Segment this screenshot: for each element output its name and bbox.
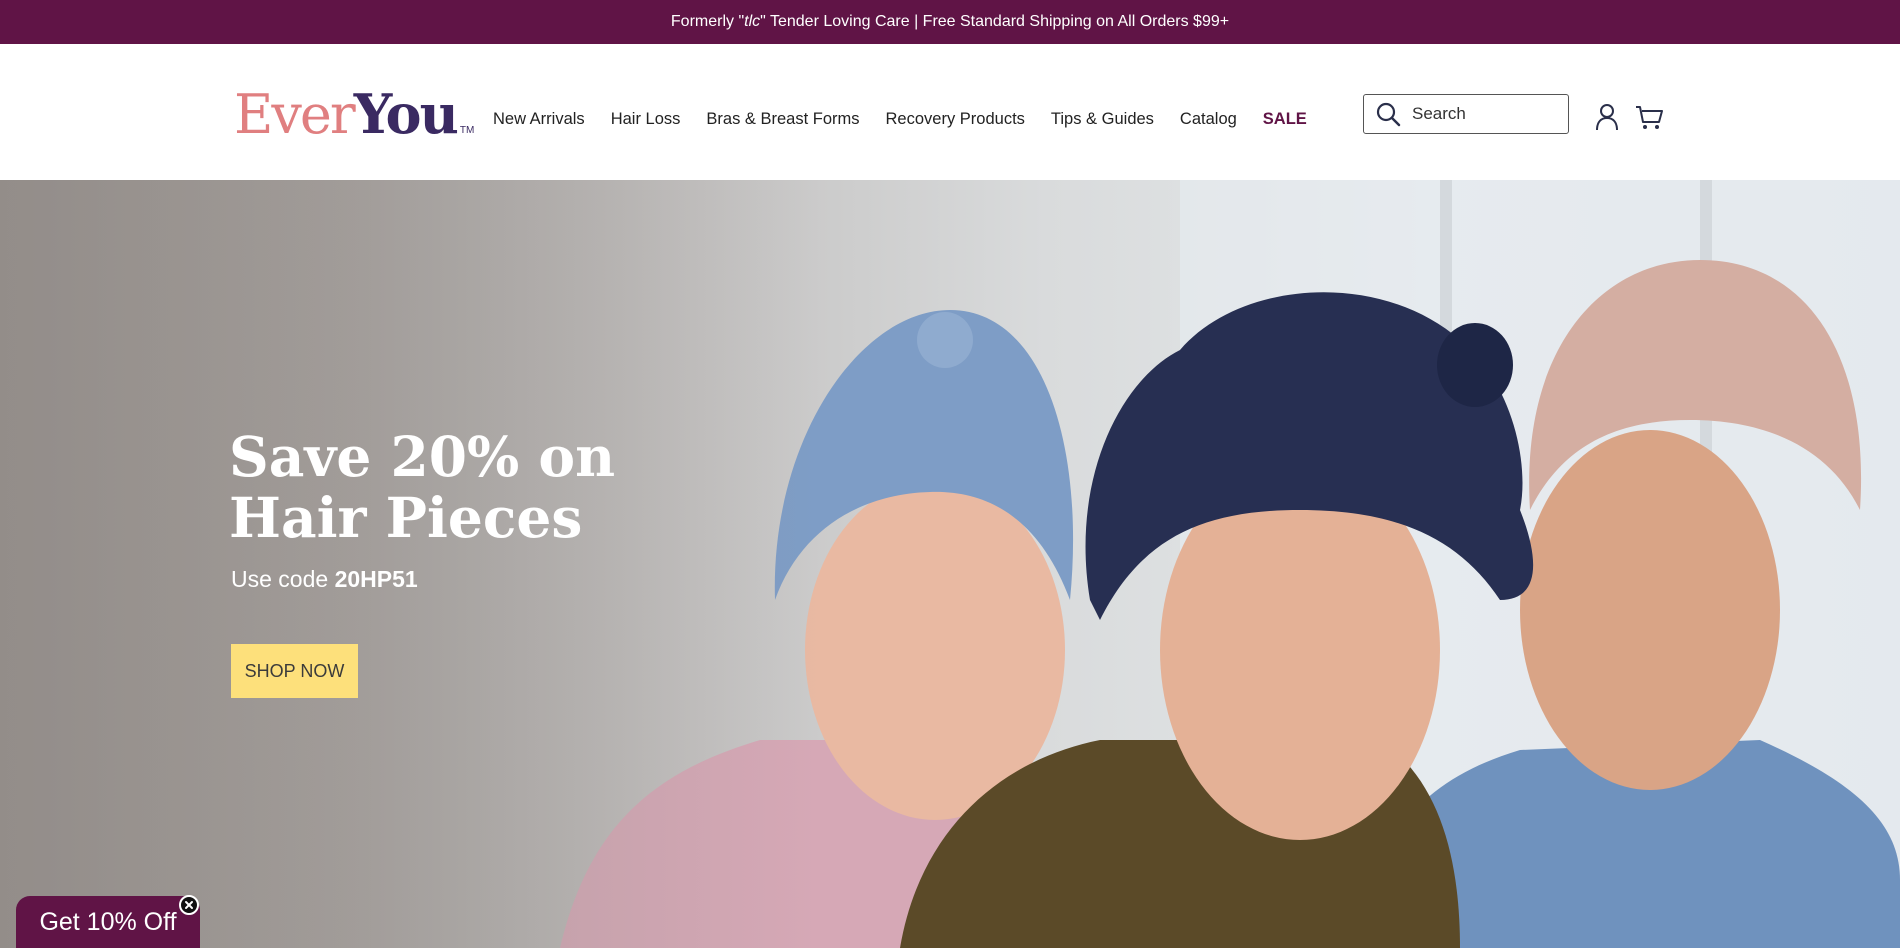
site-header: Ever You TM New Arrivals Hair Loss Bras & … [0,44,1900,181]
shop-now-button[interactable]: SHOP NOW [231,644,358,698]
hero-overlay [0,180,820,948]
logo-ever: Ever [234,83,356,146]
announcement-prefix: Formerly " [670,13,745,30]
nav-tips-guides[interactable]: Tips & Guides [1051,110,1154,129]
announcement-suffix: " Tender Loving Care | Free Standard Shi… [760,13,1230,30]
everyou-logo[interactable]: Ever You TM [234,82,474,146]
nav-hair-loss[interactable]: Hair Loss [611,110,681,129]
main-nav: New Arrivals Hair Loss Bras & Breast For… [493,104,1307,134]
hero-code-prefix: Use code [231,566,335,592]
hero-title: Save 20% on Hair Pieces [229,426,749,548]
search-input[interactable] [1410,103,1554,125]
nav-recovery-products[interactable]: Recovery Products [886,110,1025,129]
hero-banner: Save 20% on Hair Pieces Use code 20HP51 … [0,180,1900,948]
hero-promo-code: Use code 20HP51 [231,566,418,593]
logo-you: You [353,82,459,146]
account-icon[interactable] [1592,102,1622,132]
hero-code: 20HP51 [334,566,418,592]
search-box[interactable] [1363,94,1569,134]
hero-title-line2: Hair Pieces [229,485,583,550]
cart-icon[interactable] [1634,102,1664,132]
nav-sale[interactable]: SALE [1263,110,1307,129]
nav-new-arrivals[interactable]: New Arrivals [493,110,585,129]
nav-bras-breast-forms[interactable]: Bras & Breast Forms [706,110,859,129]
get-discount-tab[interactable]: Get 10% Off [16,896,200,948]
nav-catalog[interactable]: Catalog [1180,110,1237,129]
announcement-bar: Formerly " tlc " Tender Loving Care | Free… [0,0,1900,44]
hero-title-line1: Save 20% on [229,424,616,489]
announcement-tlc: tlc [744,13,761,30]
search-icon[interactable] [1375,101,1401,127]
logo-trademark: TM [459,125,475,136]
close-icon[interactable] [179,895,199,915]
